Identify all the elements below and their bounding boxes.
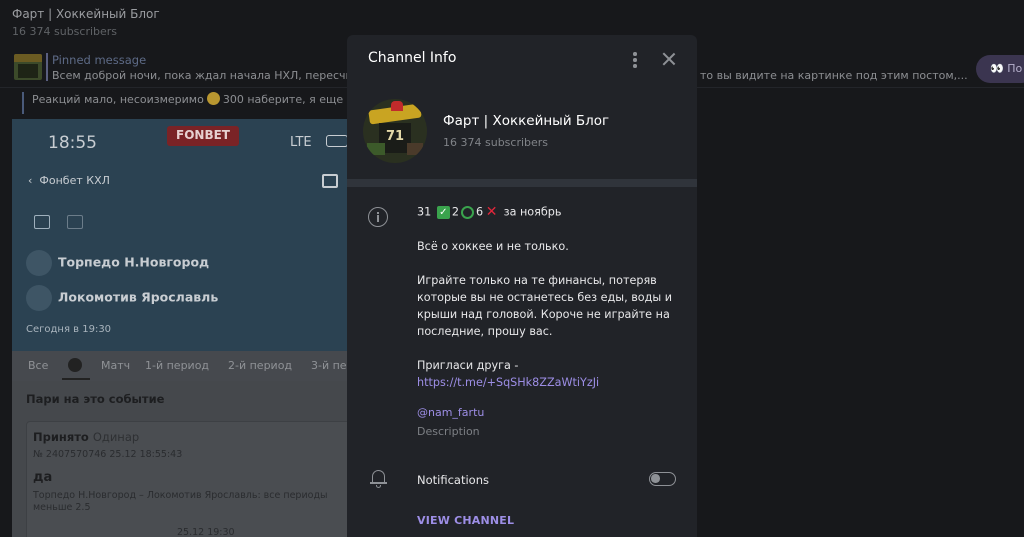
screenshot-image[interactable]: 18:55 FONBET LTE ‹ Фонбет КХЛ Торпедо Н.… [12, 119, 347, 537]
bet-card: Принято Одинар № 2407570746 25.12 18:55:… [26, 421, 347, 537]
phone-tab: 3-й пе [311, 359, 347, 372]
fonbet-logo: FONBET [167, 126, 239, 146]
channel-username[interactable]: @nam_fartu [417, 406, 484, 419]
panel-title: Channel Info [368, 50, 457, 66]
team-away-name: Локомотив Ярославль [58, 289, 219, 305]
recycle-icon [460, 205, 474, 219]
wins-count: 31 [417, 205, 432, 219]
team-home-name: Торпедо Н.Новгород [58, 254, 210, 270]
phone-time: 18:55 [48, 133, 97, 153]
match-datetime: Сегодня в 19:30 [26, 324, 112, 335]
pinned-text-continued: то вы видите на картинке под этим постом… [700, 69, 968, 82]
losses-count: 6 [475, 205, 484, 219]
phone-tab-active-icon [68, 358, 82, 372]
view-channel-button[interactable]: VIEW CHANNEL [417, 514, 514, 527]
team-home: Торпедо Н.Новгород [26, 250, 209, 276]
bell-icon [370, 470, 387, 488]
team-logo-icon [26, 285, 52, 311]
channel-description: 31 ✓ 2 6 ✕ за ноябрь Всё о хоккее и не толь… [417, 203, 677, 391]
info-icon [368, 207, 388, 227]
check-icon: ✓ [436, 205, 450, 219]
battery-icon [326, 135, 347, 147]
pinned-action-button[interactable]: 👀 По [976, 55, 1024, 83]
desc-para2: Играйте только на те финансы, потеряв ко… [417, 273, 673, 338]
phone-tab: 1-й период [145, 359, 210, 372]
invite-label: Пригласи друга - [417, 358, 519, 372]
bet-date: 25.12 19:30 [177, 527, 235, 537]
close-icon[interactable] [661, 51, 677, 67]
chat-title: Фарт | Хоккейный Блог [12, 7, 160, 21]
bet-status: Принято Одинар [33, 430, 140, 444]
description-label: Description [417, 425, 480, 438]
notifications-toggle[interactable] [649, 472, 676, 486]
reply-quote[interactable]: Реакций мало, несоизмеримо 300 наберите, … [22, 92, 352, 114]
tab-underline [62, 378, 90, 380]
pinned-text: Всем доброй ночи, пока ждал начала НХЛ, … [52, 69, 366, 82]
phone-tab: 2-й период [228, 359, 293, 372]
team-away: Локомотив Ярославль [26, 285, 218, 311]
panel-header: Channel Info [347, 35, 697, 83]
avatar-number: 71 [386, 129, 405, 144]
returns-count: 2 [451, 205, 459, 219]
toggle-knob [651, 474, 660, 483]
phone-body: Пари на это событие Принято Одинар № 240… [12, 381, 347, 537]
cross-icon: ✕ [485, 203, 498, 220]
phone-tab: Матч [101, 359, 131, 372]
video-tab-icon [67, 215, 83, 229]
phone-tab: Все [28, 359, 49, 372]
team-logo-icon [26, 250, 52, 276]
reply-text-b: 300 наберите, я еще о [222, 93, 352, 106]
back-label: Фонбет КХЛ [39, 174, 110, 187]
channel-info-panel: Channel Info 71 Фарт | Хоккейный Блог 16… [347, 35, 697, 537]
network-label: LTE [290, 135, 312, 150]
pinned-bar [46, 53, 48, 81]
bet-outcome: да [33, 470, 53, 485]
pinned-thumbnail [14, 54, 42, 80]
more-vertical-icon[interactable] [628, 51, 642, 69]
phone-top: 18:55 FONBET LTE ‹ Фонбет КХЛ Торпедо Н.… [12, 119, 347, 351]
phone-tabs: Все Матч 1-й период 2-й период 3-й пе [12, 351, 347, 381]
channel-subscribers: 16 374 subscribers [443, 136, 549, 149]
invite-link[interactable]: https://t.me/+SqSHk8ZZaWtiYzJi [417, 374, 677, 391]
stats-line: 31 ✓ 2 6 ✕ за ноябрь [417, 203, 677, 221]
bet-details: Торпедо Н.Новгород – Локомотив Ярославль… [33, 490, 328, 513]
info-tab-icon [34, 215, 50, 229]
section-divider [347, 179, 697, 187]
stats-suffix: за ноябрь [503, 205, 562, 219]
desc-line1: Всё о хоккее и не только. [417, 239, 569, 253]
channel-avatar[interactable]: 71 [363, 99, 427, 163]
bet-id: № 2407570746 25.12 18:55:43 [33, 449, 183, 460]
notifications-label: Notifications [417, 473, 489, 487]
bets-title: Пари на это событие [26, 392, 165, 406]
calendar-icon [322, 174, 338, 188]
smile-emoji-icon [206, 92, 220, 105]
back-link: ‹ Фонбет КХЛ [28, 174, 110, 187]
reply-text-a: Реакций мало, несоизмеримо [32, 93, 204, 106]
pinned-label: Pinned message [52, 53, 147, 67]
channel-name: Фарт | Хоккейный Блог [443, 113, 610, 129]
